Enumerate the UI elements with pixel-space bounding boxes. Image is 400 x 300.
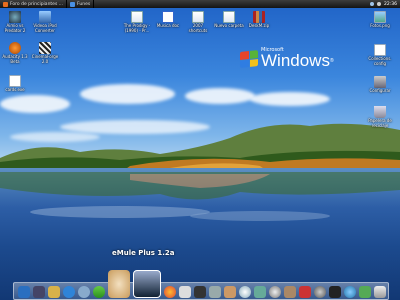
windows-text: Windows xyxy=(261,51,330,70)
terminal-icon[interactable] xyxy=(329,286,341,298)
taskbar-item-forum[interactable]: Foro de principiantes ... xyxy=(0,0,68,8)
firefox-icon[interactable] xyxy=(164,286,176,298)
box-icon[interactable] xyxy=(284,286,296,298)
registered-mark: ® xyxy=(329,58,334,64)
globe-icon[interactable] xyxy=(344,286,356,298)
wrench-icon[interactable] xyxy=(209,286,221,298)
document-icon xyxy=(192,11,204,23)
desktop-icon-cinemaforge[interactable]: CinemaForge 2.0 xyxy=(27,42,63,65)
taskbar-item-funes[interactable]: Funes xyxy=(67,0,95,8)
clapperboard-icon xyxy=(39,42,51,54)
clock[interactable]: 22:36 xyxy=(384,2,397,7)
tools-icon[interactable] xyxy=(224,286,236,298)
desktop-icon-configurar[interactable]: Configurar xyxy=(362,76,398,94)
windows-flag-icon xyxy=(240,49,258,68)
messenger-icon[interactable] xyxy=(93,286,105,298)
dock-icons xyxy=(18,268,386,298)
exe-file-icon xyxy=(9,75,21,87)
cd-icon[interactable] xyxy=(269,286,281,298)
recycle-icon[interactable] xyxy=(374,286,386,298)
audacity-icon xyxy=(9,42,21,54)
photo-icon[interactable] xyxy=(254,286,266,298)
volume-icon[interactable] xyxy=(377,2,382,6)
document-icon xyxy=(131,11,143,23)
emule-rabbit-icon[interactable] xyxy=(108,270,130,298)
window-icon xyxy=(70,1,76,7)
document-icon xyxy=(223,11,235,23)
chat-icon[interactable] xyxy=(78,286,90,298)
disc-icon[interactable] xyxy=(239,286,251,298)
taskbar-item-label: Funes xyxy=(77,1,91,7)
gear-icon[interactable] xyxy=(314,286,326,298)
image-file-icon xyxy=(374,11,386,23)
game-icon xyxy=(9,11,21,23)
top-taskbar: Foro de principiantes ... Funes 22:36 xyxy=(0,0,400,8)
desktop-icon-recycle-bin[interactable]: Papelera de reciclaje xyxy=(362,106,398,129)
monitor-icon[interactable] xyxy=(33,286,45,298)
computer-icon xyxy=(374,76,386,88)
desktop-icon-deskm[interactable]: DeskM.zip xyxy=(241,11,277,29)
system-tray: 22:36 xyxy=(370,0,397,8)
emule-plus-icon[interactable] xyxy=(133,270,161,298)
dock-active-label: eMule Plus 1.2a xyxy=(112,249,175,257)
windows-icon[interactable] xyxy=(18,286,30,298)
taskbar-item-label: Foro de principiantes ... xyxy=(10,1,64,7)
desktop-icon-collections[interactable]: Collections. config xyxy=(362,44,398,67)
mail-icon[interactable] xyxy=(179,286,191,298)
desktop-icon-fotos[interactable]: Fotos.png xyxy=(362,11,398,29)
word-doc-icon xyxy=(162,11,174,23)
desktop-icon-ipod-converter[interactable]: Videoa iPod Converter xyxy=(27,11,63,34)
network-icon[interactable] xyxy=(370,2,375,6)
recycle-bin-icon xyxy=(374,106,386,118)
media-icon[interactable] xyxy=(194,286,206,298)
windows-logo: Microsoft Windows® xyxy=(240,48,334,69)
desktop-icon-cards[interactable]: cards.exe xyxy=(0,75,33,93)
converter-icon xyxy=(39,11,51,23)
settings-icon[interactable] xyxy=(359,286,371,298)
browser-icon xyxy=(3,1,8,7)
film-icon[interactable] xyxy=(299,286,311,298)
settings-file-icon xyxy=(374,44,386,56)
folder-icon[interactable] xyxy=(48,286,60,298)
zip-archive-icon xyxy=(253,11,265,23)
ie-icon[interactable] xyxy=(63,286,75,298)
